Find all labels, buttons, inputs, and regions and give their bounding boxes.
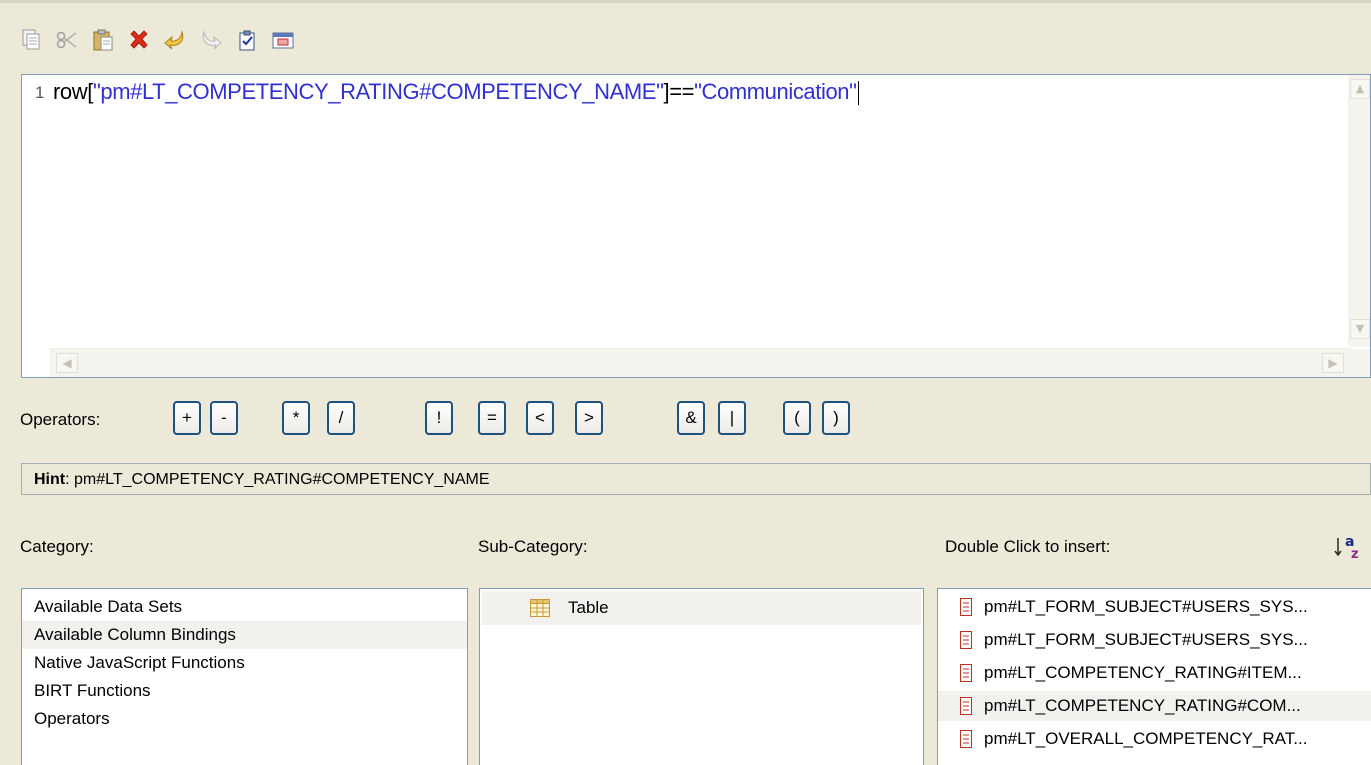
insert-item-label: pm#LT_FORM_SUBJECT#USERS_SYS... bbox=[984, 597, 1308, 616]
insert-label: Double Click to insert: bbox=[945, 537, 1111, 556]
insert-item[interactable]: pm#LT_FORM_SUBJECT#USERS_SYS... bbox=[938, 592, 1371, 622]
scroll-right-arrow-icon[interactable]: ▶ bbox=[1322, 353, 1344, 373]
column-binding-icon bbox=[960, 697, 972, 715]
scroll-left-arrow-icon[interactable]: ◀ bbox=[56, 353, 78, 373]
code-operator: ]== bbox=[663, 79, 695, 104]
operator-minus-button[interactable]: - bbox=[210, 401, 238, 435]
window-top-border bbox=[0, 0, 1371, 3]
sort-alphabetical-icon[interactable]: a z bbox=[1334, 530, 1362, 562]
operator-greater-than-button[interactable]: > bbox=[575, 401, 603, 435]
column-binding-icon bbox=[960, 730, 972, 748]
code-prefix: row[ bbox=[53, 79, 93, 104]
text-caret bbox=[857, 81, 859, 106]
code-value-string: "Communication" bbox=[694, 79, 857, 104]
sub-category-item-label: Table bbox=[568, 598, 609, 617]
operator-multiply-button[interactable]: * bbox=[282, 401, 310, 435]
column-binding-icon bbox=[960, 631, 972, 649]
category-item-available-data-sets[interactable]: Available Data Sets bbox=[22, 593, 467, 621]
insert-list[interactable]: pm#LT_FORM_SUBJECT#USERS_SYS... pm#LT_FO… bbox=[937, 588, 1371, 765]
table-icon bbox=[530, 599, 550, 617]
code-column-string: "pm#LT_COMPETENCY_RATING#COMPETENCY_NAME… bbox=[92, 79, 664, 104]
category-item-available-column-bindings[interactable]: Available Column Bindings bbox=[22, 621, 467, 649]
insert-item-selected[interactable]: pm#LT_COMPETENCY_RATING#COM... bbox=[938, 691, 1371, 721]
expression-code[interactable]: row["pm#LT_COMPETENCY_RATING#COMPETENCY_… bbox=[53, 79, 859, 106]
hint-bar: Hint: pm#LT_COMPETENCY_RATING#COMPETENCY… bbox=[21, 463, 1371, 495]
hint-label: Hint bbox=[34, 471, 66, 488]
editor-toolbar bbox=[18, 22, 296, 58]
insert-item[interactable]: pm#LT_COMPETENCY_RATING#ITEM... bbox=[938, 658, 1371, 688]
scroll-up-arrow-icon[interactable]: ▲ bbox=[1350, 79, 1370, 99]
operator-not-button[interactable]: ! bbox=[425, 401, 453, 435]
insert-item-label: pm#LT_COMPETENCY_RATING#COM... bbox=[984, 696, 1301, 715]
paste-icon[interactable] bbox=[90, 27, 116, 53]
operator-close-paren-button[interactable]: ) bbox=[822, 401, 850, 435]
svg-text:z: z bbox=[1351, 547, 1359, 560]
operator-open-paren-button[interactable]: ( bbox=[783, 401, 811, 435]
delete-icon[interactable] bbox=[126, 27, 152, 53]
sub-category-item-table[interactable]: Table bbox=[482, 591, 921, 625]
operators-label: Operators: bbox=[20, 410, 101, 429]
sub-category-list[interactable]: Table bbox=[479, 588, 924, 765]
category-item-operators[interactable]: Operators bbox=[22, 705, 467, 733]
redo-icon[interactable] bbox=[198, 27, 224, 53]
line-number: 1 bbox=[35, 83, 45, 102]
horizontal-scrollbar[interactable]: ◀ ▶ bbox=[50, 348, 1350, 377]
operator-plus-button[interactable]: + bbox=[173, 401, 201, 435]
vertical-scrollbar[interactable]: ▲ ▼ bbox=[1348, 75, 1370, 347]
calendar-icon[interactable] bbox=[270, 27, 296, 53]
insert-item-label: pm#LT_COMPETENCY_RATING#ITEM... bbox=[984, 663, 1302, 682]
operator-equals-button[interactable]: = bbox=[478, 401, 506, 435]
operator-or-button[interactable]: | bbox=[718, 401, 746, 435]
line-number-gutter: 1 bbox=[22, 75, 50, 347]
category-label: Category: bbox=[20, 537, 94, 556]
hint-text: : pm#LT_COMPETENCY_RATING#COMPETENCY_NAM… bbox=[65, 471, 490, 488]
insert-item[interactable]: pm#LT_FORM_SUBJECT#USERS_SYS... bbox=[938, 625, 1371, 655]
validate-icon[interactable] bbox=[234, 27, 260, 53]
category-item-birt-functions[interactable]: BIRT Functions bbox=[22, 677, 467, 705]
cut-icon[interactable] bbox=[54, 27, 80, 53]
scroll-corner bbox=[1348, 349, 1370, 377]
scroll-down-arrow-icon[interactable]: ▼ bbox=[1350, 319, 1370, 339]
column-binding-icon bbox=[960, 664, 972, 682]
operator-divide-button[interactable]: / bbox=[327, 401, 355, 435]
operator-less-than-button[interactable]: < bbox=[526, 401, 554, 435]
operator-and-button[interactable]: & bbox=[677, 401, 705, 435]
sub-category-label: Sub-Category: bbox=[478, 537, 588, 556]
expression-editor[interactable]: 1 row["pm#LT_COMPETENCY_RATING#COMPETENC… bbox=[21, 74, 1371, 378]
category-item-native-javascript-functions[interactable]: Native JavaScript Functions bbox=[22, 649, 467, 677]
insert-item-label: pm#LT_OVERALL_COMPETENCY_RAT... bbox=[984, 729, 1308, 748]
column-binding-icon bbox=[960, 598, 972, 616]
copy-icon[interactable] bbox=[18, 27, 44, 53]
insert-item[interactable]: pm#LT_OVERALL_COMPETENCY_RAT... bbox=[938, 724, 1371, 754]
category-list[interactable]: Available Data Sets Available Column Bin… bbox=[21, 588, 468, 765]
undo-icon[interactable] bbox=[162, 27, 188, 53]
insert-item-label: pm#LT_FORM_SUBJECT#USERS_SYS... bbox=[984, 630, 1308, 649]
